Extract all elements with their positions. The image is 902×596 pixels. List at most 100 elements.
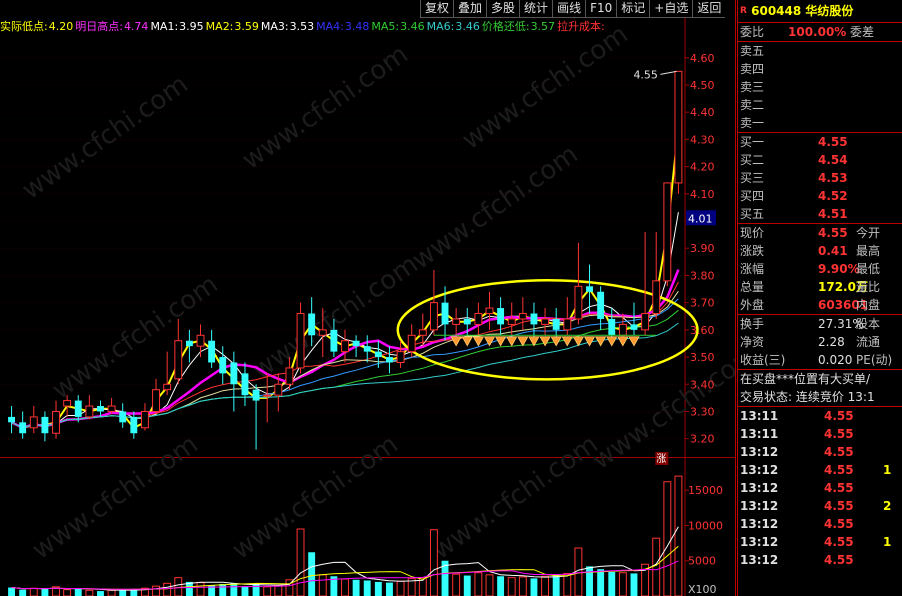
watermark-text: www.cfchi.com (27, 429, 204, 565)
candle-body-up (152, 389, 160, 412)
tick-price: 4.55 (824, 427, 854, 441)
tick-time: 13:12 (740, 499, 779, 513)
volume-bar-down (530, 578, 538, 596)
price-tick-label: 3.30 (690, 405, 715, 418)
price-tick-label: 4.20 (690, 161, 715, 174)
stat-row: 换手 27.31% 股本 (738, 315, 902, 333)
tick-time: 13:11 (740, 427, 779, 441)
toolbar-button-8[interactable]: 返回 (692, 0, 726, 18)
candle-body-down (630, 324, 638, 330)
tick-row: 13:12 4.55 (738, 443, 902, 461)
tick-price: 4.55 (824, 517, 854, 531)
candle-body-down (608, 318, 616, 336)
stat-row: 现价 4.55 今开 (738, 224, 902, 242)
candle-body-down (97, 406, 104, 412)
volume-bar-up (196, 582, 205, 596)
candle-body-up (63, 400, 72, 407)
kline-chart[interactable]: www.cfchi.com www.cfchi.com www.cfchi.comw… (0, 0, 735, 596)
tick-row: 13:12 4.55 2 (738, 497, 902, 515)
volume-bar-up (507, 577, 516, 596)
price-tick-label: 3.60 (690, 324, 715, 337)
volume-bar-down (8, 587, 16, 596)
stock-header: R 600448 华纺股份 (738, 0, 902, 22)
stat-row: 涨幅 9.90% 最低 (738, 260, 902, 278)
toolbar-button-4[interactable]: 画线 (552, 0, 586, 18)
candle-body-down (463, 318, 471, 325)
price-tick-label: 4.40 (690, 106, 715, 119)
bid-row: 买二 4.54 (738, 151, 902, 169)
candle-body-up (674, 70, 683, 184)
volume-bar-up (618, 572, 627, 596)
candle-body-up (140, 410, 149, 429)
candle-body-up (163, 383, 172, 391)
ask-row: 卖四 (738, 60, 902, 78)
volume-bar-up (152, 585, 160, 596)
candle-body-down (597, 291, 605, 319)
toolbar-button-5[interactable]: F10 (585, 0, 617, 18)
toolbar-button-3[interactable]: 统计 (519, 0, 553, 18)
volume-bar-down (308, 552, 316, 596)
row-label: 买二 (740, 153, 765, 167)
row-label: 总量 (740, 280, 765, 294)
tick-row: 13:12 4.55 1 (738, 461, 902, 479)
toolbar-button-1[interactable]: 叠加 (453, 0, 487, 18)
diamond-marker (506, 336, 518, 347)
diamond-marker (494, 336, 507, 347)
candle-body-down (252, 389, 260, 401)
volume-bar-down (119, 589, 127, 596)
tick-time: 13:12 (740, 535, 779, 549)
tick-price: 4.55 (824, 499, 854, 513)
stat-row: 总量 172.0万 量比 (738, 278, 902, 296)
candle-body-up (574, 285, 583, 320)
volume-bar-up (652, 537, 661, 596)
volume-bar-up (63, 589, 72, 596)
volume-bar-down (352, 579, 360, 596)
candle-body-up (296, 313, 305, 369)
current-price-label: 4.01 (688, 212, 713, 225)
price-tick-label: 3.40 (690, 378, 715, 391)
row-label: 委比 (740, 25, 765, 39)
volume-bar-down (630, 573, 638, 596)
row-label: 净资 (740, 335, 765, 349)
notice-row: 在买盘***位置有大买单/ (738, 370, 902, 388)
candle-body-up (274, 383, 283, 396)
tick-volume: 1 (883, 535, 892, 549)
indicator-6: MA5:3.46 (371, 20, 425, 33)
toolbar-button-6[interactable]: 标记 (616, 0, 650, 18)
stat-row: 净资 2.28 流通 (738, 333, 902, 351)
candle-body-down (241, 373, 249, 396)
volume-bar-down (19, 589, 27, 596)
candle-body-down (386, 357, 393, 363)
toolbar-button-2[interactable]: 多股 (486, 0, 520, 18)
row-value: 4.51 (818, 207, 848, 221)
watermark-text: www.cfchi.com (227, 429, 404, 565)
row-label: 换手 (740, 317, 765, 331)
indicator-label: 拉升成本: (557, 20, 605, 33)
volume-bar-up (396, 580, 405, 596)
diamond-marker (628, 336, 640, 347)
price-tick-label: 3.90 (690, 242, 715, 255)
indicator-label: MA5: (371, 20, 400, 33)
candle-body-up (618, 323, 627, 336)
indicator-value: 3.95 (179, 20, 204, 33)
volume-bar-up (452, 573, 461, 596)
candle-body-down (185, 340, 193, 347)
candle-body-down (352, 340, 360, 347)
toolbar-button-7[interactable]: +自选 (649, 0, 693, 18)
toolbar-button-0[interactable]: 复权 (420, 0, 454, 18)
indicator-3: MA2:3.59 (206, 20, 260, 33)
row-value: 4.55 (818, 135, 848, 149)
candle-body-up (318, 329, 327, 336)
panel-divider (735, 0, 736, 596)
price-tick-label: 4.50 (690, 79, 715, 92)
bid-row: 买一 4.55 (738, 133, 902, 151)
candle-body-up (518, 313, 527, 320)
row-label-2: 内盘 (856, 298, 881, 312)
tick-row: 13:12 4.55 1 (738, 533, 902, 551)
candle-body-down (130, 416, 138, 434)
row-label-2: 最低 (856, 262, 881, 276)
row-label-2: 最高 (856, 244, 881, 258)
indicator-label: MA6: (426, 20, 455, 33)
r-badge: R (740, 6, 747, 16)
diamond-markers (433, 334, 657, 347)
